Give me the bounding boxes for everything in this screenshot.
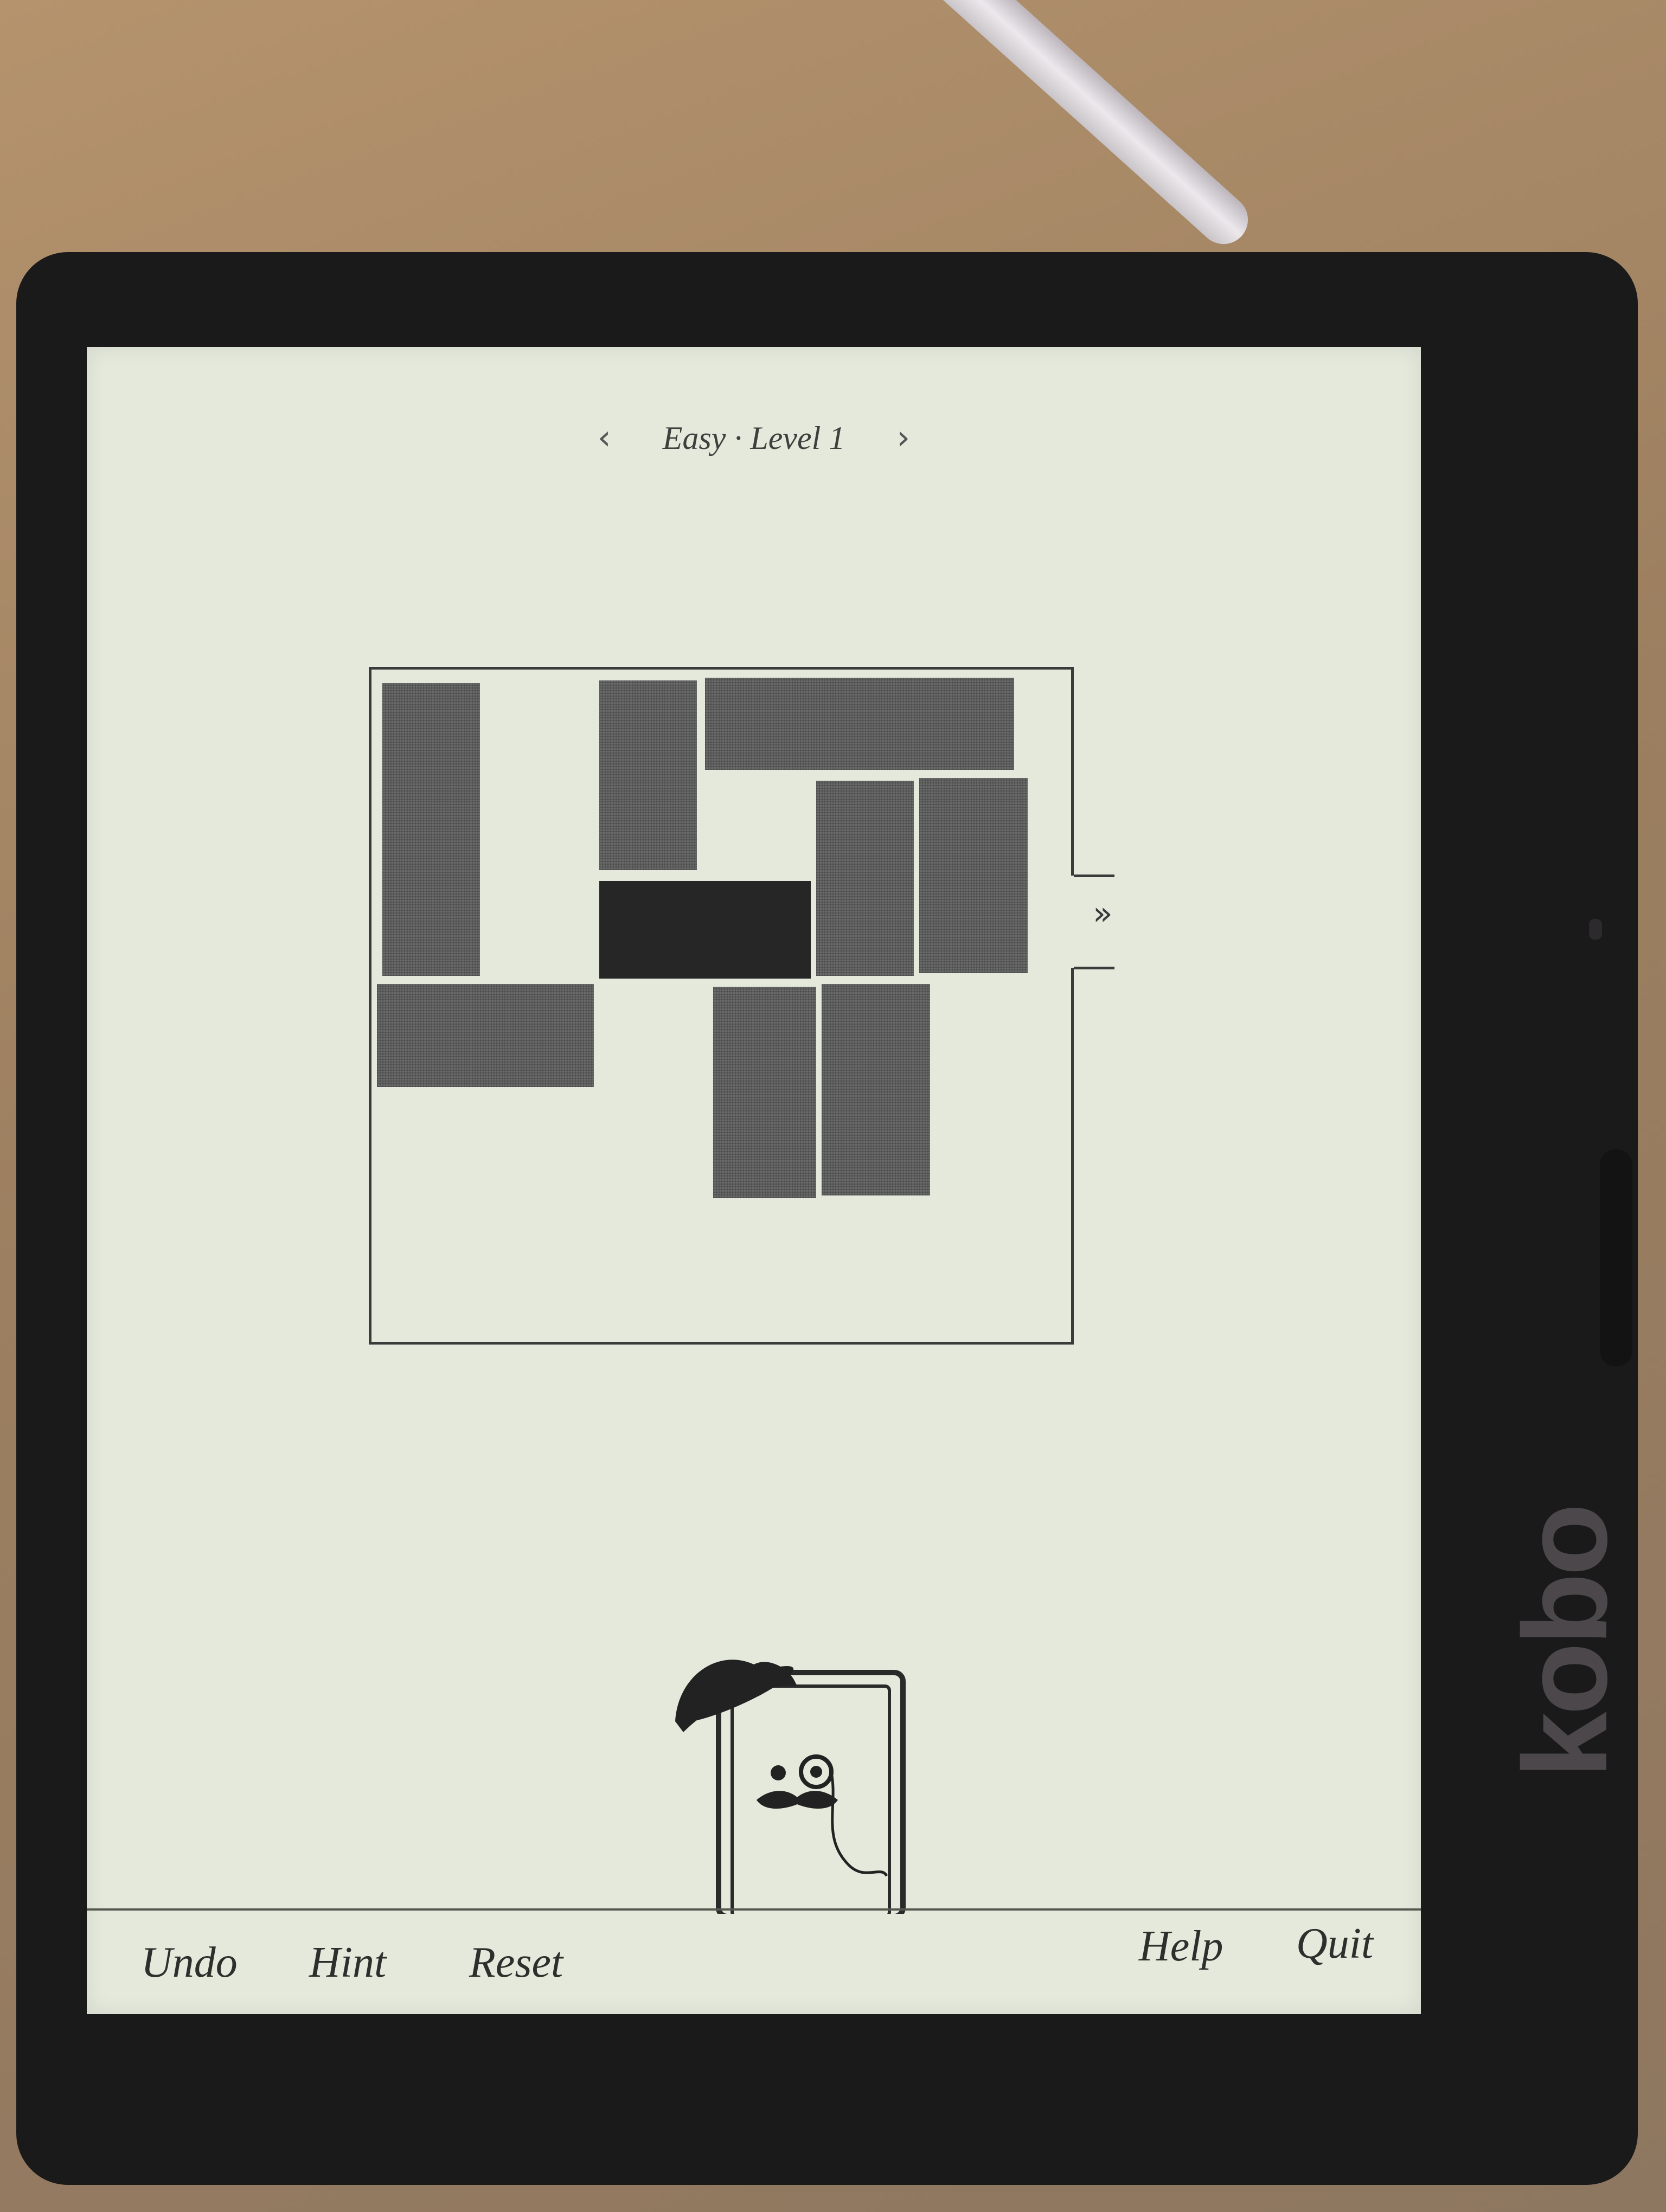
puzzle-board: » — [369, 667, 1114, 1345]
target-block[interactable] — [599, 881, 811, 979]
puzzle-block[interactable] — [599, 680, 697, 870]
exit-arrow-icon: » — [1093, 895, 1113, 933]
board-exit-gap — [1068, 876, 1076, 968]
hint-button[interactable]: Hint — [309, 1938, 386, 1988]
undo-button[interactable]: Undo — [141, 1938, 238, 1988]
exit-guide-top — [1074, 874, 1114, 877]
help-button[interactable]: Help — [1139, 1922, 1223, 1971]
puzzle-block[interactable] — [816, 781, 914, 976]
puzzle-block[interactable] — [377, 984, 594, 1087]
puzzle-block[interactable] — [822, 984, 930, 1195]
reset-button[interactable]: Reset — [469, 1938, 563, 1988]
level-header: ‹ Easy · Level 1 › — [87, 417, 1421, 457]
toolbar-divider — [87, 1908, 1421, 1911]
monocle-gentleman-mascot-icon — [675, 1660, 906, 1914]
brand-logo: kobo — [1498, 1506, 1632, 1778]
exit-guide-bottom — [1074, 967, 1114, 969]
chevron-left-icon[interactable]: ‹ — [592, 417, 617, 457]
chevron-right-icon[interactable]: › — [891, 417, 915, 457]
puzzle-block[interactable] — [382, 683, 480, 976]
side-page-button — [1600, 1149, 1632, 1366]
puzzle-block[interactable] — [713, 987, 816, 1198]
level-title: Easy · Level 1 — [662, 420, 845, 456]
power-button — [1589, 919, 1602, 940]
charging-cable — [895, 0, 1258, 254]
puzzle-block[interactable] — [705, 678, 1014, 770]
quit-button[interactable]: Quit — [1296, 1919, 1373, 1969]
puzzle-block[interactable] — [919, 778, 1028, 973]
screen: ‹ Easy · Level 1 › » Undo Hint Reset Hel… — [87, 347, 1421, 2014]
